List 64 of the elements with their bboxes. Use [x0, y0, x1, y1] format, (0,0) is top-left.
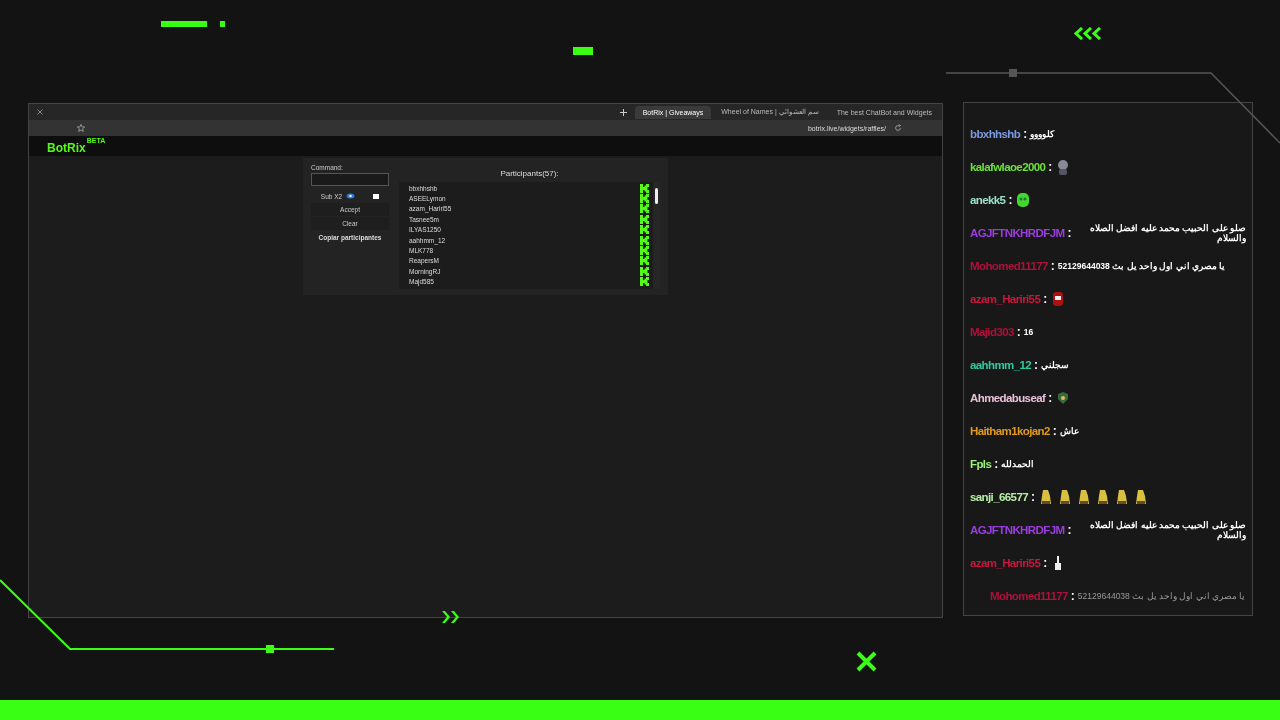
separator: : — [1052, 423, 1057, 438]
chat-username: Fpls — [970, 457, 992, 470]
chat-message: 16 — [1023, 326, 1034, 337]
separator: : — [1067, 225, 1072, 240]
logo: BotRix — [47, 141, 86, 155]
chat-message: يا مصري اني اول واحد يل بث 52129644038 — [1057, 260, 1226, 271]
chat-username: azam_Hariri55 — [970, 292, 1041, 305]
k-logo-icon — [640, 183, 649, 193]
chevron-icon — [1074, 27, 1104, 40]
chat-message: سجلني — [1041, 359, 1070, 370]
chat-message: الحمدلله — [1001, 458, 1035, 469]
chat-username: aahhmm_12 — [970, 358, 1032, 371]
chat-username: sanji_66577 — [970, 490, 1028, 503]
chat-username: anekk5 — [970, 193, 1006, 206]
accent-bar — [161, 21, 207, 27]
close-icon — [856, 651, 877, 672]
k-logo-icon — [640, 256, 649, 266]
separator: : — [1070, 588, 1075, 603]
k-logo-icon — [640, 214, 649, 224]
chat-username: AGJFTNKHRDFJM — [970, 523, 1065, 536]
separator: : — [1008, 192, 1013, 207]
chat-username: bbxhhshb — [970, 127, 1021, 140]
chevron-icon — [442, 611, 460, 623]
chat-message: عاش — [1059, 425, 1079, 436]
accent-bar — [573, 47, 593, 55]
checkbox[interactable] — [373, 193, 380, 199]
chat-message: صلو على الحبيب محمد عليه افضل الصلاه والسلام — [1088, 222, 1246, 243]
k-logo-icon — [640, 266, 649, 276]
k-logo-icon — [640, 235, 649, 245]
separator: : — [1048, 159, 1053, 174]
chat-username: Majid303 — [970, 325, 1014, 338]
separator: : — [1016, 324, 1021, 339]
k-logo-icon — [640, 277, 649, 287]
separator: : — [1048, 390, 1053, 405]
separator: : — [1034, 357, 1039, 372]
chat-username: Mohomed11177 — [990, 589, 1068, 602]
reload-icon[interactable] — [894, 124, 902, 132]
chat-username: kalafwlaoe2000 — [970, 160, 1046, 173]
star-icon[interactable] — [77, 124, 85, 132]
chat-username: Ahmedabuseaf — [970, 391, 1046, 404]
separator: : — [1031, 489, 1035, 504]
chat-message: كلوووو — [1030, 128, 1055, 139]
k-logo-icon — [640, 194, 649, 204]
separator: : — [1043, 291, 1048, 306]
close-icon[interactable] — [37, 109, 43, 115]
new-tab-icon[interactable] — [619, 108, 627, 116]
chat-username: Haitham1kojan2 — [970, 424, 1050, 437]
separator: : — [1023, 126, 1028, 141]
k-logo-icon — [640, 246, 649, 256]
chat-message: صلو على الحبيب محمد عليه افضل الصلاه والسلام — [1088, 519, 1246, 540]
accent-bar — [220, 21, 225, 27]
chat-message: يا مصري اني اول واحد يل بث 52129644038 — [1077, 590, 1246, 601]
chat-username: AGJFTNKHRDFJM — [970, 226, 1065, 239]
participants-title: Participants(57): — [500, 169, 559, 178]
k-logo-icon — [640, 225, 649, 235]
k-logo-icon — [640, 204, 649, 214]
eye-icon — [346, 193, 356, 199]
separator: : — [1067, 522, 1072, 537]
separator: : — [1050, 258, 1055, 273]
chat-username: Mohomed11177 — [970, 259, 1048, 272]
command-field[interactable] — [311, 173, 389, 186]
chat-username: azam_Hariri55 — [970, 556, 1041, 569]
separator: : — [994, 456, 999, 471]
separator: : — [1043, 555, 1048, 570]
